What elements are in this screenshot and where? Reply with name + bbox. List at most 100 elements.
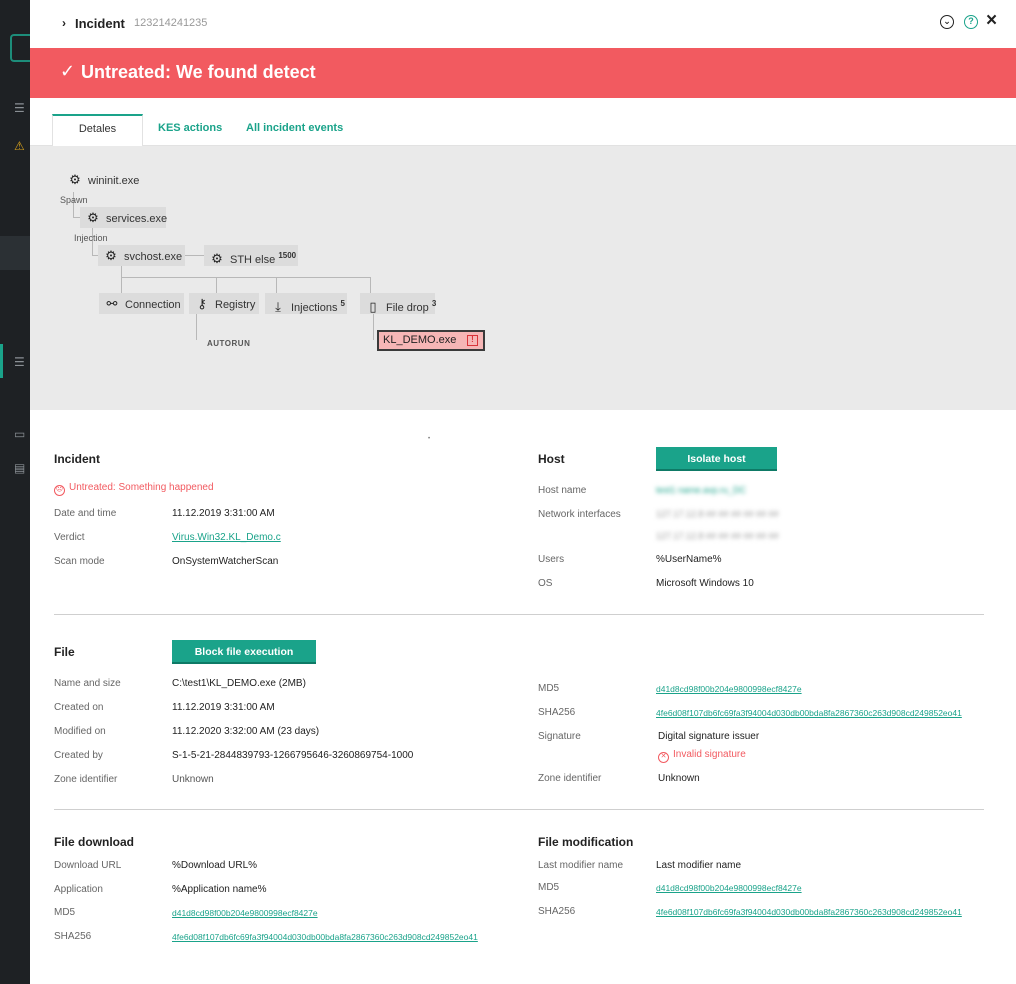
modification-md5-link[interactable]: d41d8cd98f00b204e9800998ecf8427e (656, 883, 802, 893)
verdict-label: Verdict (54, 532, 85, 543)
monitor-icon[interactable]: ▭ (14, 426, 30, 442)
chevron-right-icon[interactable]: › (62, 16, 66, 30)
file-zone-label: Zone identifier (538, 773, 602, 784)
file-md5-link[interactable]: d41d8cd98f00b204e9800998ecf8427e (656, 684, 802, 694)
node-label: Injections (291, 302, 338, 314)
node-label: Registry (215, 299, 256, 311)
gear-icon: ⚙ (211, 251, 223, 266)
file-icon: ▯ (369, 299, 377, 314)
file-sha256-label: SHA256 (538, 707, 576, 718)
node-label: wininit.exe (88, 175, 140, 187)
section-divider (54, 614, 984, 615)
close-icon[interactable]: × (986, 11, 997, 31)
node-label: STH else (230, 254, 276, 266)
edge-line (276, 277, 277, 293)
section-divider (54, 809, 984, 810)
connection-icon: ⚯ (106, 296, 118, 311)
status-banner-text: Untreated: We found detect (81, 62, 316, 82)
name-size-value: C:\test1\KL_DEMO.exe (2MB) (172, 678, 306, 689)
graph-node-wininit[interactable]: ⚙ wininit.exe (62, 169, 139, 190)
incident-status: ☹ Untreated: Something happened (54, 482, 214, 496)
verdict-link[interactable]: Virus.Win32.KL_Demo.c (172, 532, 281, 543)
network-interface-value: 127.17.12.8 ## ## ## ## ## ## (656, 509, 779, 519)
modification-sha256-label: SHA256 (538, 906, 576, 917)
edge-line (373, 314, 374, 340)
tab-details[interactable]: Detales (52, 114, 143, 147)
edge-line (196, 314, 197, 340)
file-section-title: File (54, 645, 75, 659)
isolate-host-button[interactable]: Isolate host (656, 447, 777, 471)
scan-mode-value: OnSystemWatcherScan (172, 556, 279, 567)
collapse-icon[interactable]: ⌄ (940, 15, 954, 29)
download-sha256-link[interactable]: 4fe6d08f107db6fc69fa3f94004d030db00bda8f… (172, 932, 478, 942)
graph-node-sth-else[interactable]: ⚙ STH else 1500 (204, 245, 298, 266)
host-section-title: Host (538, 452, 565, 466)
edge-line (370, 277, 371, 293)
host-name-label: Host name (538, 485, 587, 496)
users-value: %UserName% (656, 554, 722, 565)
panel-header: › Incident 123214241235 ⌄ ? × (30, 0, 1016, 48)
file-sha256-link[interactable]: 4fe6d08f107db6fc69fa3f94004d030db00bda8f… (656, 708, 962, 718)
incident-id: 123214241235 (134, 17, 208, 29)
sad-face-icon: ☹ (54, 485, 65, 496)
gear-icon: ⚙ (105, 248, 117, 263)
tab-kes-actions[interactable]: KES actions (158, 114, 222, 146)
scan-mode-label: Scan mode (54, 556, 105, 567)
created-on-value: 11.12.2019 3:31:00 AM (172, 702, 275, 713)
download-md5-link[interactable]: d41d8cd98f00b204e9800998ecf8427e (172, 908, 318, 918)
incident-section-title: Incident (54, 452, 101, 466)
block-file-execution-button[interactable]: Block file execution (172, 640, 316, 664)
edge-label-spawn: Spawn (60, 195, 88, 205)
download-md5-label: MD5 (54, 907, 76, 918)
node-label: Connection (125, 299, 181, 311)
edge-line (121, 277, 122, 293)
settings-icon[interactable]: ▤ (14, 460, 30, 476)
date-time-label: Date and time (54, 508, 117, 519)
graph-node-connection[interactable]: ⚯ Connection (99, 293, 184, 314)
incidents-icon[interactable]: ☰ (14, 354, 30, 370)
download-sha256-label: SHA256 (54, 931, 92, 942)
list-icon[interactable]: ☰ (14, 100, 30, 116)
zone-identifier-label: Zone identifier (54, 774, 118, 785)
app-sidebar: ☰ ⚠ ☰ ▭ ▤ (0, 0, 30, 984)
created-by-label: Created by (54, 750, 103, 761)
edge-line (121, 277, 371, 278)
warning-icon[interactable]: ⚠ (14, 138, 30, 154)
application-label: Application (54, 884, 103, 895)
host-name-value[interactable]: test1 name.avp.ru_DC (656, 485, 746, 495)
download-url-label: Download URL (54, 860, 122, 871)
graph-node-services[interactable]: ⚙ services.exe (80, 207, 167, 228)
key-icon: ⚷ (197, 296, 207, 311)
edge-line (216, 277, 217, 293)
tab-bar: Detales KES actions All incident events (30, 98, 1016, 147)
node-label: svchost.exe (124, 251, 183, 263)
file-modification-section-title: File modification (538, 835, 634, 849)
modification-sha256-link[interactable]: 4fe6d08f107db6fc69fa3f94004d030db00bda8f… (656, 907, 962, 917)
gear-icon: ⚙ (69, 172, 81, 187)
graph-node-file-drop[interactable]: ▯ File drop 3 (360, 293, 437, 314)
graph-node-injections[interactable]: ⤓ Injections 5 (265, 293, 347, 314)
node-count: 5 (340, 299, 345, 308)
modification-md5-label: MD5 (538, 882, 560, 893)
graph-node-svchost[interactable]: ⚙ svchost.exe (98, 245, 185, 266)
edge-label-injection: Injection (74, 233, 108, 243)
graph-node-kl-demo[interactable]: KL_DEMO.exe ! (377, 330, 485, 351)
status-banner: ✓ Untreated: We found detect (30, 48, 1016, 98)
os-value: Microsoft Windows 10 (656, 578, 754, 589)
file-download-section-title: File download (54, 835, 134, 849)
file-zone-value: Unknown (658, 773, 700, 784)
edge-line (185, 255, 205, 256)
signature-status-text: Invalid signature (673, 749, 746, 760)
created-on-label: Created on (54, 702, 104, 713)
node-count: 3 (431, 299, 437, 308)
graph-node-registry[interactable]: ⚷ Registry (189, 293, 259, 314)
check-icon: ✓ (60, 61, 76, 81)
error-icon: ✕ (658, 752, 669, 763)
edge-label-autorun: AUTORUN (207, 339, 251, 348)
node-count: 1500 (278, 251, 297, 260)
sidebar-highlight (0, 236, 30, 270)
help-icon[interactable]: ? (964, 15, 978, 29)
scroll-dot: • (428, 436, 431, 442)
date-time-value: 11.12.2019 3:31:00 AM (172, 508, 275, 519)
tab-all-incident-events[interactable]: All incident events (246, 114, 343, 146)
